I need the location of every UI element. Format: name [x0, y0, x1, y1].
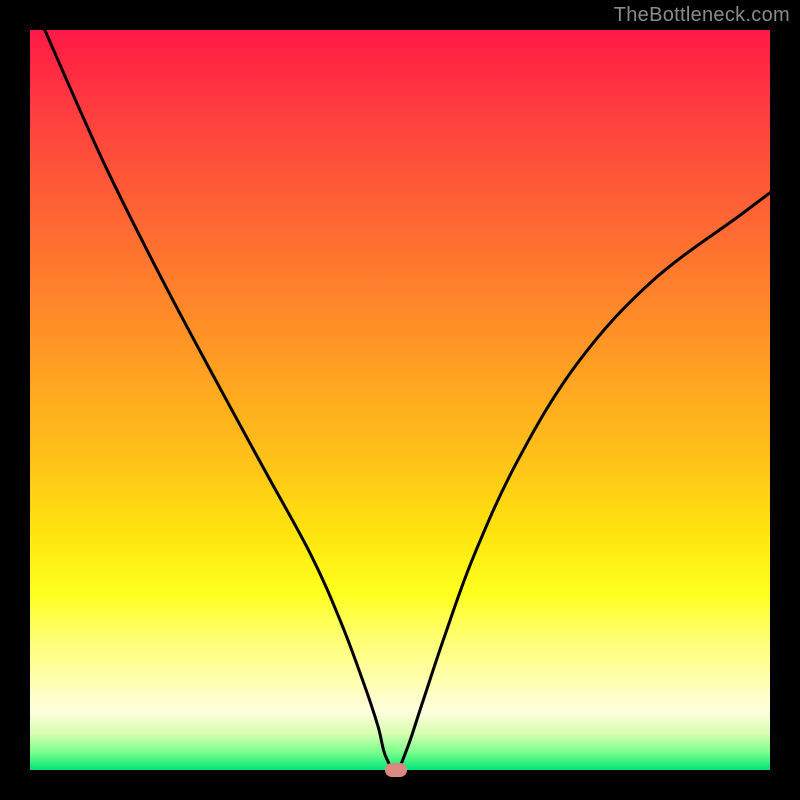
watermark-text: TheBottleneck.com	[614, 4, 790, 27]
plot-area	[30, 30, 770, 770]
chart-frame: TheBottleneck.com	[0, 0, 800, 800]
bottleneck-curve	[30, 30, 770, 770]
minimum-marker	[385, 763, 407, 777]
